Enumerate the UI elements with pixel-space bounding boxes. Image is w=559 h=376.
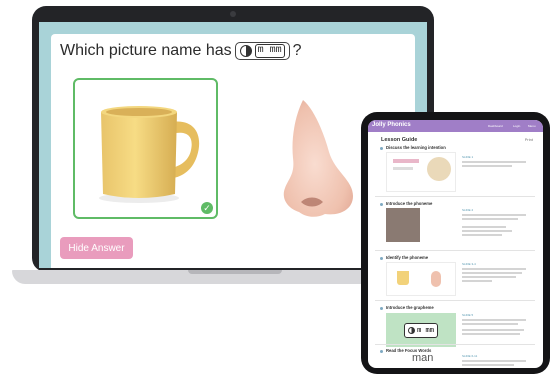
phoneme-icon (239, 45, 252, 57)
section-marker (380, 307, 383, 310)
section-tag: SLIDE 1 (462, 155, 474, 159)
mug-image (99, 106, 200, 203)
tablet-header: Jolly Phonics Dashboard Login Menu (368, 120, 543, 132)
answer-card-mug[interactable]: ✓ (73, 78, 218, 219)
nav-dashboard[interactable]: Dashboard (488, 124, 503, 128)
section-tag: SLIDE 3-4 (462, 262, 476, 266)
correct-check-icon: ✓ (201, 202, 213, 214)
section-title[interactable]: Identify the phoneme (386, 255, 428, 260)
question-heading: Which picture name has m mm ? (60, 42, 302, 60)
video-thumbnail[interactable] (386, 208, 420, 242)
text-line (462, 214, 526, 216)
section-tag: SLIDE 2 (462, 208, 474, 212)
divider (375, 250, 535, 251)
question-text: Which picture name has (60, 42, 232, 59)
focus-word: man (412, 352, 434, 364)
divider (375, 300, 535, 301)
phoneme-chip-text: m mm (254, 44, 285, 58)
section-marker (380, 350, 383, 353)
text-line (462, 165, 512, 167)
section-title[interactable]: Introduce the phoneme (386, 201, 432, 206)
text-line (462, 268, 526, 270)
webcam (230, 11, 236, 17)
phoneme-icon (408, 327, 416, 334)
grapheme-thumbnail: m mm (386, 313, 456, 347)
text-line (462, 280, 492, 282)
grapheme-chip-text: m mm (417, 326, 434, 335)
section-marker (380, 203, 383, 206)
section-title[interactable]: Introduce the grapheme (386, 305, 434, 310)
nose-image[interactable] (273, 98, 361, 220)
section-tag: SLIDE 6-11 (462, 354, 478, 358)
laptop-notch (188, 270, 282, 274)
text-line (462, 226, 506, 228)
text-line (462, 161, 526, 163)
text-line (462, 323, 518, 325)
text-line (462, 230, 512, 232)
section-marker (380, 257, 383, 260)
grapheme-chip: m mm (404, 323, 438, 338)
text-line (462, 333, 520, 335)
text-line (462, 319, 526, 321)
nav-menu[interactable]: Menu (528, 124, 536, 128)
phoneme-chip: m mm (234, 42, 290, 60)
section-thumbnail (386, 262, 456, 296)
lesson-guide-title: Lesson Guide (381, 137, 418, 143)
text-line (462, 218, 518, 220)
print-button[interactable]: Print (525, 137, 533, 142)
text-line (462, 234, 502, 236)
text-line (462, 360, 526, 362)
text-line (462, 272, 522, 274)
section-tag: SLIDE 5 (462, 313, 474, 317)
tablet: Jolly Phonics Dashboard Login Menu Lesso… (361, 112, 550, 374)
text-line (462, 364, 514, 366)
app-logo[interactable]: Jolly Phonics (372, 122, 411, 128)
hide-answer-button[interactable]: Hide Answer (60, 237, 133, 259)
section-marker (380, 147, 383, 150)
nav-login[interactable]: Login (513, 124, 520, 128)
text-line (462, 329, 524, 331)
section-thumbnail (386, 152, 456, 192)
divider (375, 344, 535, 345)
tablet-screen: Jolly Phonics Dashboard Login Menu Lesso… (368, 120, 543, 368)
question-mark: ? (292, 42, 302, 59)
divider (375, 196, 535, 197)
text-line (462, 276, 516, 278)
section-title[interactable]: Discuss the learning intention (386, 145, 446, 150)
